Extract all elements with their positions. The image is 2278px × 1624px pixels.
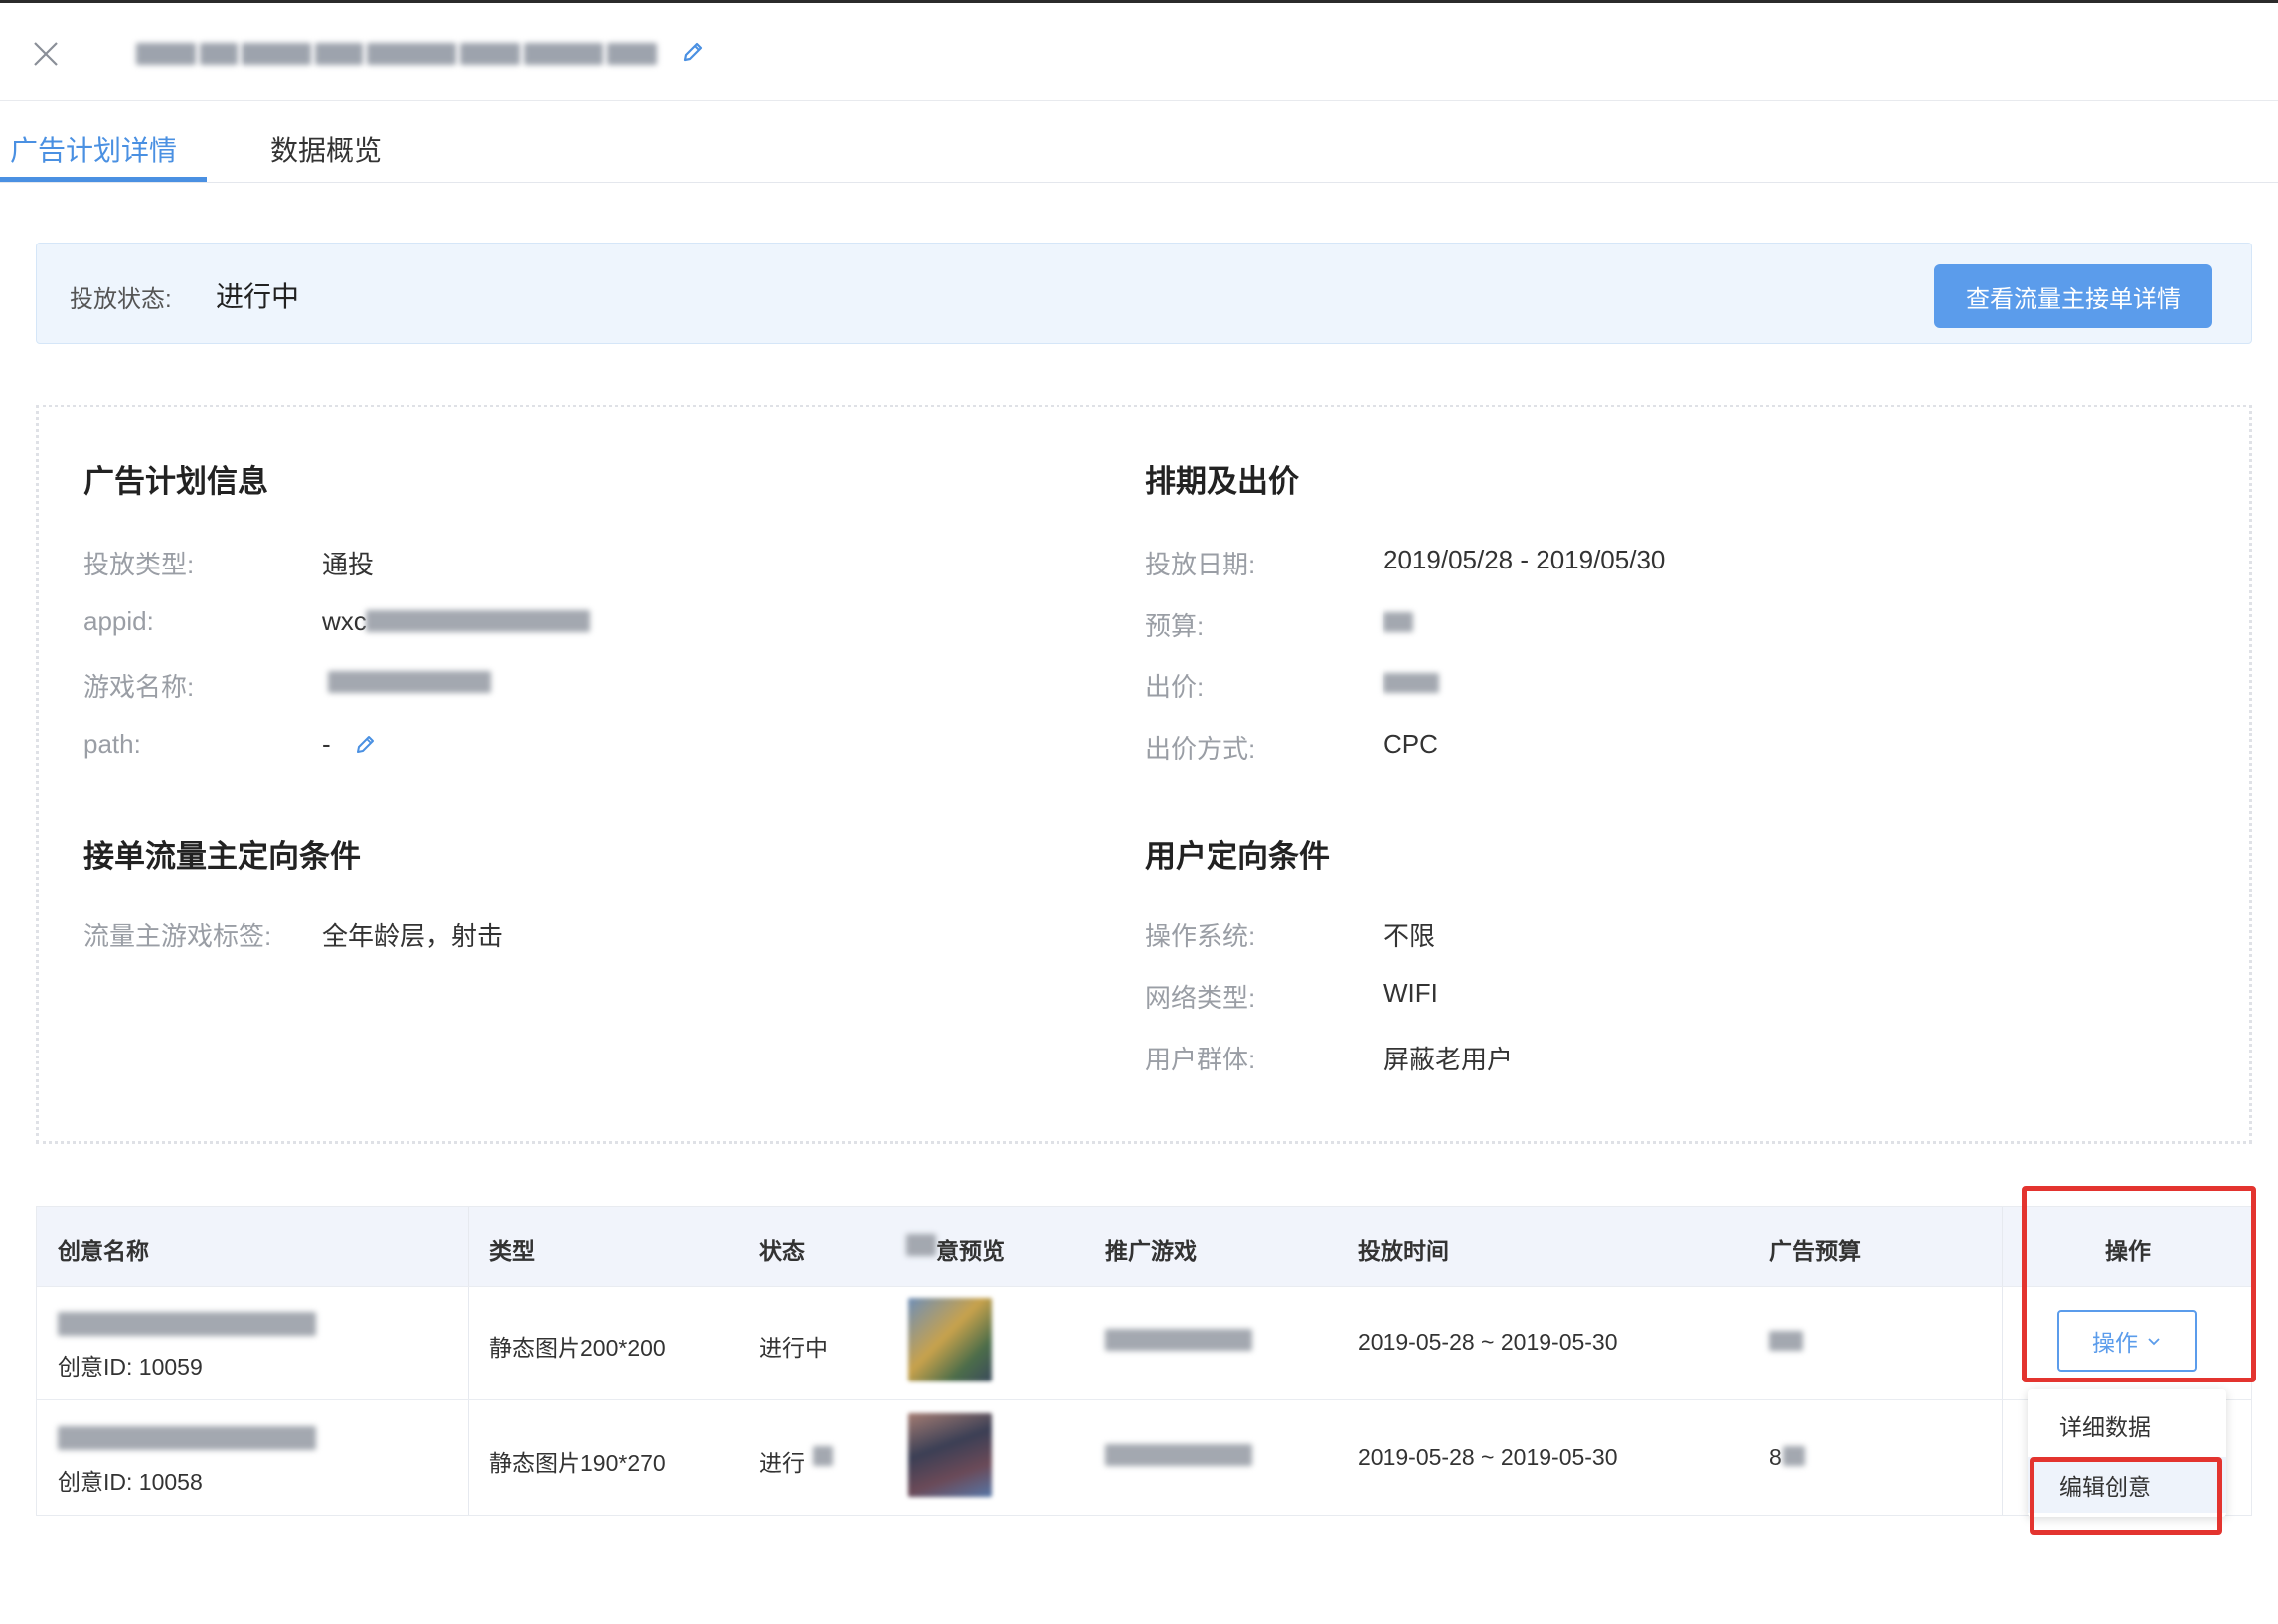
th-time: 投放时间 xyxy=(1358,1238,1449,1264)
field-value-delivery-type: 通投 xyxy=(322,550,375,579)
menu-item-detail-data[interactable]: 详细数据 xyxy=(2028,1397,2226,1453)
creative-type: 静态图片200*200 xyxy=(489,1335,666,1361)
view-traffic-orders-button[interactable]: 查看流量主接单详情 xyxy=(1934,264,2212,328)
close-icon[interactable] xyxy=(30,38,62,70)
tabs-divider xyxy=(0,182,2278,183)
field-value-path: - xyxy=(322,730,331,759)
creative-status: 进行中 xyxy=(759,1335,828,1361)
field-label-delivery-date: 投放日期: xyxy=(1145,550,1256,579)
field-value-network: WIFI xyxy=(1383,978,1438,1008)
status-bar xyxy=(36,243,2252,344)
th-game: 推广游戏 xyxy=(1105,1238,1197,1264)
status-redacted xyxy=(813,1446,833,1466)
field-label-appid: appid: xyxy=(83,606,154,636)
tab-data-overview[interactable]: 数据概览 xyxy=(270,129,382,169)
section-title-schedule: 排期及出价 xyxy=(1145,464,1299,499)
bid-redacted xyxy=(1383,673,1439,693)
delivery-time: 2019-05-28 ~ 2019-05-30 xyxy=(1358,1444,1618,1470)
field-value-user-group: 屏蔽老用户 xyxy=(1383,1045,1514,1074)
section-title-plan-info: 广告计划信息 xyxy=(83,464,268,499)
highlight-edit-creative xyxy=(2030,1457,2222,1535)
field-value-bid-method: CPC xyxy=(1383,730,1438,759)
field-label-budget: 预算: xyxy=(1145,611,1205,641)
field-value-delivery-date: 2019/05/28 - 2019/05/30 xyxy=(1383,545,1666,574)
budget-cell-redacted xyxy=(1783,1446,1805,1466)
field-label-game-tags: 流量主游戏标签: xyxy=(83,921,272,951)
row-divider xyxy=(37,1286,2251,1287)
status-label: 投放状态: xyxy=(70,286,172,313)
creative-status: 进行 xyxy=(759,1450,805,1476)
promoted-game-redacted xyxy=(1105,1444,1252,1466)
field-label-network: 网络类型: xyxy=(1145,983,1256,1013)
field-value-game-tags: 全年龄层，射击 xyxy=(322,921,504,951)
budget-cell-redacted xyxy=(1769,1331,1803,1351)
edit-title-icon[interactable] xyxy=(679,38,707,66)
column-divider xyxy=(2002,1207,2003,1515)
row-divider xyxy=(37,1399,2251,1400)
budget-cell: 8 xyxy=(1769,1444,1782,1470)
field-value-appid: wxc xyxy=(322,606,367,636)
creative-id: 创意ID: 10059 xyxy=(58,1354,203,1380)
creative-name-redacted xyxy=(58,1312,316,1336)
delivery-time: 2019-05-28 ~ 2019-05-30 xyxy=(1358,1329,1618,1355)
tab-plan-details[interactable]: 广告计划详情 xyxy=(10,129,177,169)
creative-preview-image[interactable] xyxy=(908,1413,992,1497)
th-preview: 意预览 xyxy=(936,1238,1005,1264)
th-creative-name: 创意名称 xyxy=(58,1238,149,1264)
game-name-redacted xyxy=(328,671,491,693)
field-label-bid: 出价: xyxy=(1145,672,1205,702)
appid-redacted xyxy=(366,610,590,632)
plan-info-panel xyxy=(36,405,2252,1144)
th-type: 类型 xyxy=(489,1238,535,1264)
field-label-delivery-type: 投放类型: xyxy=(83,550,195,579)
column-divider xyxy=(468,1207,469,1515)
status-value: 进行中 xyxy=(216,281,300,312)
field-value-os: 不限 xyxy=(1383,921,1436,951)
field-label-user-group: 用户群体: xyxy=(1145,1045,1256,1074)
promoted-game-redacted xyxy=(1105,1329,1252,1351)
section-title-user-targeting: 用户定向条件 xyxy=(1145,839,1330,874)
th-budget: 广告预算 xyxy=(1769,1238,1861,1264)
creative-name-redacted xyxy=(58,1426,316,1450)
field-label-path: path: xyxy=(83,730,141,759)
edit-path-icon[interactable] xyxy=(353,731,379,757)
tab-bar: 广告计划详情 数据概览 xyxy=(0,101,2278,183)
creative-preview-image[interactable] xyxy=(908,1298,992,1381)
th-preview-redacted xyxy=(906,1234,936,1256)
creative-type: 静态图片190*270 xyxy=(489,1450,666,1476)
section-title-traffic-targeting: 接单流量主定向条件 xyxy=(83,839,361,874)
field-label-game-name: 游戏名称: xyxy=(83,672,195,702)
th-status: 状态 xyxy=(759,1238,805,1264)
budget-redacted xyxy=(1383,612,1413,632)
page-title-redacted xyxy=(136,40,673,68)
creative-id: 创意ID: 10058 xyxy=(58,1469,203,1495)
field-label-bid-method: 出价方式: xyxy=(1145,734,1256,764)
highlight-actions-column xyxy=(2022,1186,2256,1382)
window-top-border xyxy=(0,0,2278,3)
field-label-os: 操作系统: xyxy=(1145,921,1256,951)
